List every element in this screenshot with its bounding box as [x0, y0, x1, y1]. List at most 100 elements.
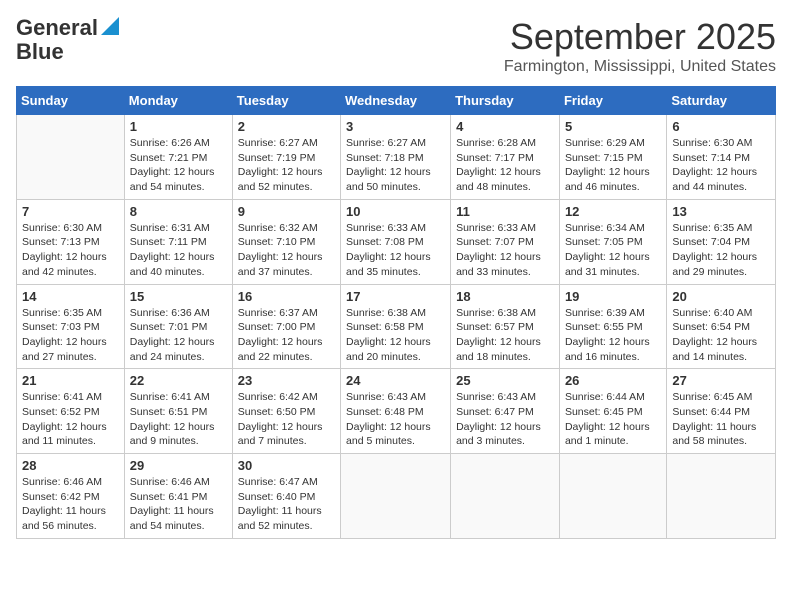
calendar-cell: 6Sunrise: 6:30 AMSunset: 7:14 PMDaylight… [667, 115, 776, 200]
calendar-week-row: 7Sunrise: 6:30 AMSunset: 7:13 PMDaylight… [17, 199, 776, 284]
logo-blue: Blue [16, 39, 64, 64]
calendar-week-row: 21 Sunrise: 6:41 AMSunset: 6:52 PMDayligh… [17, 369, 776, 454]
calendar-cell: 28 Sunrise: 6:46 AMSunset: 6:42 PMDayligh… [17, 454, 125, 539]
day-number: 1 [130, 119, 227, 134]
calendar-cell [667, 454, 776, 539]
calendar-cell: 26 Sunrise: 6:44 AMSunset: 6:45 PMDayligh… [559, 369, 666, 454]
day-number: 16 [238, 289, 335, 304]
calendar-cell: 9 Sunrise: 6:32 AMSunset: 7:10 PMDaylight… [232, 199, 340, 284]
calendar-cell: 18Sunrise: 6:38 AMSunset: 6:57 PMDayligh… [451, 284, 560, 369]
day-number: 15 [130, 289, 227, 304]
day-info: Sunrise: 6:33 AMSunset: 7:07 PMDaylight:… [456, 221, 554, 280]
day-info: Sunrise: 6:38 AMSunset: 6:58 PMDaylight:… [346, 306, 445, 365]
calendar-cell: 19 Sunrise: 6:39 AMSunset: 6:55 PMDayligh… [559, 284, 666, 369]
calendar-cell: 29Sunrise: 6:46 AMSunset: 6:41 PMDayligh… [124, 454, 232, 539]
calendar: SundayMondayTuesdayWednesdayThursdayFrid… [16, 86, 776, 539]
day-info: Sunrise: 6:34 AMSunset: 7:05 PMDaylight:… [565, 221, 661, 280]
day-info: Sunrise: 6:28 AMSunset: 7:17 PMDaylight:… [456, 136, 554, 195]
calendar-cell: 3 Sunrise: 6:27 AMSunset: 7:18 PMDaylight… [341, 115, 451, 200]
day-info: Sunrise: 6:39 AMSunset: 6:55 PMDaylight:… [565, 306, 661, 365]
location: Farmington, Mississippi, United States [504, 58, 776, 76]
calendar-cell [17, 115, 125, 200]
day-number: 17 [346, 289, 445, 304]
calendar-cell: 21 Sunrise: 6:41 AMSunset: 6:52 PMDayligh… [17, 369, 125, 454]
day-number: 19 [565, 289, 661, 304]
day-info: Sunrise: 6:33 AMSunset: 7:08 PMDaylight:… [346, 221, 445, 280]
day-info: Sunrise: 6:46 AMSunset: 6:42 PMDaylight:… [22, 475, 119, 534]
day-info: Sunrise: 6:43 AMSunset: 6:47 PMDaylight:… [456, 390, 554, 449]
day-info: Sunrise: 6:32 AMSunset: 7:10 PMDaylight:… [238, 221, 335, 280]
day-of-week-sunday: Sunday [17, 87, 125, 115]
calendar-week-row: 1Sunrise: 6:26 AMSunset: 7:21 PMDaylight… [17, 115, 776, 200]
logo: General Blue [16, 16, 119, 64]
day-of-week-thursday: Thursday [451, 87, 560, 115]
day-number: 20 [672, 289, 770, 304]
day-info: Sunrise: 6:44 AMSunset: 6:45 PMDaylight:… [565, 390, 661, 449]
day-info: Sunrise: 6:41 AMSunset: 6:52 PMDaylight:… [22, 390, 119, 449]
day-number: 2 [238, 119, 335, 134]
calendar-cell: 14 Sunrise: 6:35 AMSunset: 7:03 PMDayligh… [17, 284, 125, 369]
calendar-cell [559, 454, 666, 539]
day-number: 25 [456, 373, 554, 388]
day-number: 8 [130, 204, 227, 219]
calendar-cell: 22 Sunrise: 6:41 AMSunset: 6:51 PMDayligh… [124, 369, 232, 454]
calendar-cell: 10 Sunrise: 6:33 AMSunset: 7:08 PMDayligh… [341, 199, 451, 284]
calendar-cell: 15 Sunrise: 6:36 AMSunset: 7:01 PMDayligh… [124, 284, 232, 369]
day-of-week-wednesday: Wednesday [341, 87, 451, 115]
calendar-header-row: SundayMondayTuesdayWednesdayThursdayFrid… [17, 87, 776, 115]
day-of-week-saturday: Saturday [667, 87, 776, 115]
day-number: 30 [238, 458, 335, 473]
day-number: 24 [346, 373, 445, 388]
day-info: Sunrise: 6:35 AMSunset: 7:03 PMDaylight:… [22, 306, 119, 365]
day-of-week-monday: Monday [124, 87, 232, 115]
calendar-cell: 30 Sunrise: 6:47 AMSunset: 6:40 PMDayligh… [232, 454, 340, 539]
day-number: 4 [456, 119, 554, 134]
day-number: 13 [672, 204, 770, 219]
day-number: 21 [22, 373, 119, 388]
day-number: 3 [346, 119, 445, 134]
day-number: 9 [238, 204, 335, 219]
day-number: 11 [456, 204, 554, 219]
calendar-cell: 2 Sunrise: 6:27 AMSunset: 7:19 PMDaylight… [232, 115, 340, 200]
day-number: 6 [672, 119, 770, 134]
day-info: Sunrise: 6:40 AMSunset: 6:54 PMDaylight:… [672, 306, 770, 365]
day-info: Sunrise: 6:41 AMSunset: 6:51 PMDaylight:… [130, 390, 227, 449]
calendar-cell: 17 Sunrise: 6:38 AMSunset: 6:58 PMDayligh… [341, 284, 451, 369]
calendar-cell: 16 Sunrise: 6:37 AMSunset: 7:00 PMDayligh… [232, 284, 340, 369]
day-number: 27 [672, 373, 770, 388]
calendar-cell: 24Sunrise: 6:43 AMSunset: 6:48 PMDayligh… [341, 369, 451, 454]
day-info: Sunrise: 6:42 AMSunset: 6:50 PMDaylight:… [238, 390, 335, 449]
day-of-week-friday: Friday [559, 87, 666, 115]
day-info: Sunrise: 6:38 AMSunset: 6:57 PMDaylight:… [456, 306, 554, 365]
calendar-cell: 4 Sunrise: 6:28 AMSunset: 7:17 PMDaylight… [451, 115, 560, 200]
day-info: Sunrise: 6:36 AMSunset: 7:01 PMDaylight:… [130, 306, 227, 365]
day-number: 22 [130, 373, 227, 388]
day-info: Sunrise: 6:31 AMSunset: 7:11 PMDaylight:… [130, 221, 227, 280]
calendar-week-row: 28 Sunrise: 6:46 AMSunset: 6:42 PMDayligh… [17, 454, 776, 539]
calendar-cell: 25 Sunrise: 6:43 AMSunset: 6:47 PMDayligh… [451, 369, 560, 454]
logo-icon [101, 17, 119, 35]
month-title: September 2025 [504, 16, 776, 58]
header: General Blue September 2025 Farmington, … [16, 16, 776, 76]
day-info: Sunrise: 6:37 AMSunset: 7:00 PMDaylight:… [238, 306, 335, 365]
calendar-cell: 13Sunrise: 6:35 AMSunset: 7:04 PMDayligh… [667, 199, 776, 284]
day-number: 26 [565, 373, 661, 388]
title-section: September 2025 Farmington, Mississippi, … [504, 16, 776, 76]
day-number: 7 [22, 204, 119, 219]
day-info: Sunrise: 6:27 AMSunset: 7:19 PMDaylight:… [238, 136, 335, 195]
calendar-cell: 5Sunrise: 6:29 AMSunset: 7:15 PMDaylight… [559, 115, 666, 200]
day-info: Sunrise: 6:27 AMSunset: 7:18 PMDaylight:… [346, 136, 445, 195]
calendar-cell: 1Sunrise: 6:26 AMSunset: 7:21 PMDaylight… [124, 115, 232, 200]
day-info: Sunrise: 6:47 AMSunset: 6:40 PMDaylight:… [238, 475, 335, 534]
day-number: 14 [22, 289, 119, 304]
day-number: 10 [346, 204, 445, 219]
day-number: 23 [238, 373, 335, 388]
calendar-week-row: 14 Sunrise: 6:35 AMSunset: 7:03 PMDayligh… [17, 284, 776, 369]
calendar-cell: 8 Sunrise: 6:31 AMSunset: 7:11 PMDaylight… [124, 199, 232, 284]
day-number: 12 [565, 204, 661, 219]
day-number: 28 [22, 458, 119, 473]
calendar-cell [451, 454, 560, 539]
day-info: Sunrise: 6:46 AMSunset: 6:41 PMDaylight:… [130, 475, 227, 534]
logo-general: General [16, 16, 98, 40]
day-of-week-tuesday: Tuesday [232, 87, 340, 115]
